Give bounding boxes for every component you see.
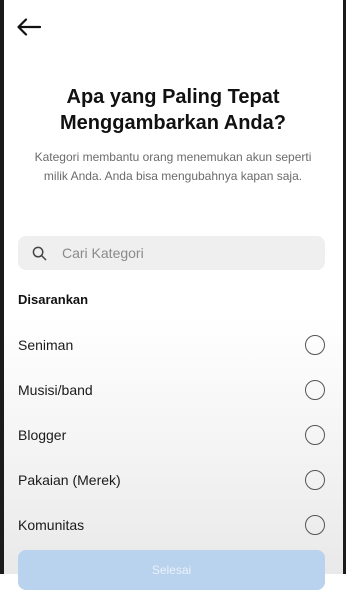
category-label: Pakaian (Merek) [18, 471, 121, 488]
radio-button[interactable] [305, 469, 325, 490]
category-item[interactable]: Pakaian (Merek) [0, 457, 346, 502]
radio-button[interactable] [305, 379, 325, 400]
search-bar[interactable] [18, 236, 325, 270]
category-label: Blogger [18, 426, 67, 443]
category-label: Seniman [18, 336, 74, 353]
category-item[interactable]: Blogger [0, 412, 346, 457]
page-title: Apa yang Paling Tepat Menggambarkan Anda… [60, 86, 286, 134]
category-item[interactable]: Komunitas [0, 502, 346, 547]
category-list: Seniman Musisi/band Blogger Pakaian (Mer… [0, 322, 346, 547]
search-icon [32, 245, 48, 261]
category-label: Musisi/band [18, 381, 93, 398]
back-button[interactable] [14, 14, 44, 40]
category-item[interactable]: Musisi/band [0, 367, 346, 412]
radio-button[interactable] [305, 424, 325, 445]
category-label: Komunitas [18, 516, 85, 533]
page-subtitle: Kategori membantu orang menemukan akun s… [34, 150, 312, 183]
category-item[interactable]: Seniman [0, 322, 346, 367]
section-label-suggested: Disarankan [18, 292, 89, 307]
arrow-left-icon [17, 18, 41, 36]
radio-button[interactable] [305, 334, 325, 355]
search-input[interactable] [60, 244, 304, 262]
done-button[interactable]: Selesai [18, 550, 325, 590]
radio-button[interactable] [305, 514, 325, 535]
